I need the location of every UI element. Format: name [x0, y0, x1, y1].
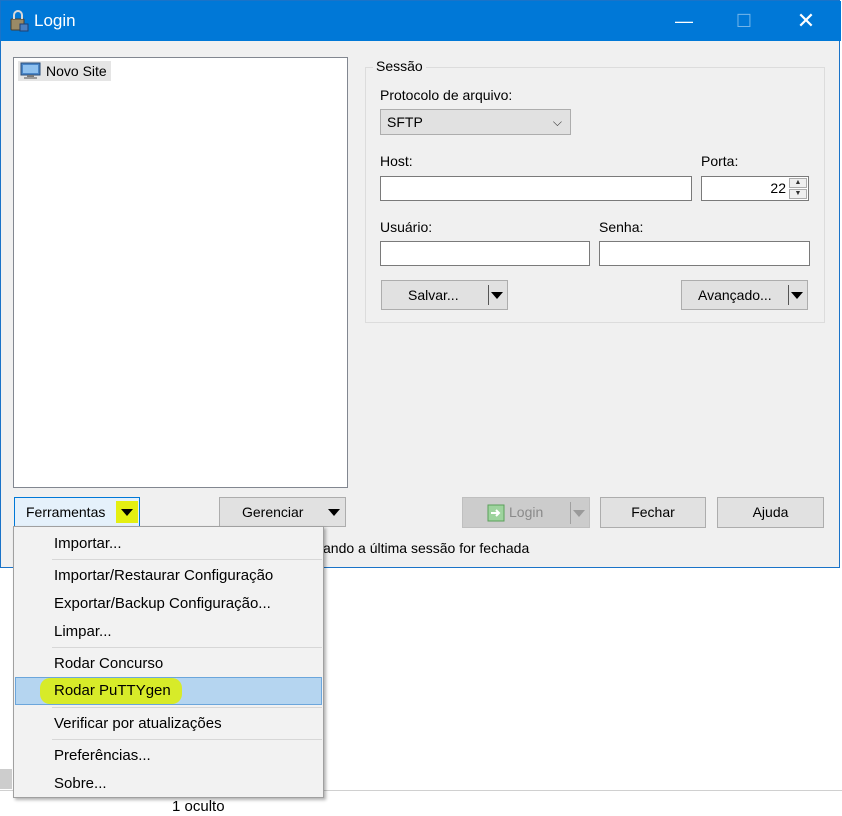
save-button[interactable]: Salvar... [381, 280, 508, 310]
menu-item-limpar[interactable]: Limpar... [15, 618, 322, 646]
port-value: 22 [770, 180, 786, 196]
port-stepper[interactable]: 22 ▲ ▼ [701, 176, 809, 201]
port-label: Porta: [701, 153, 739, 169]
close-window-button[interactable]: ✕ [783, 1, 829, 41]
maximize-button[interactable]: ☐ [721, 1, 767, 41]
site-tree[interactable]: Novo Site [13, 57, 348, 488]
tree-item-label: Novo Site [46, 63, 107, 79]
menu-item-rodar-concurso[interactable]: Rodar Concurso [15, 650, 322, 678]
protocol-select[interactable]: SFTP ⌵ [380, 109, 571, 135]
tools-button[interactable]: Ferramentas [14, 497, 140, 527]
user-input[interactable] [380, 241, 590, 266]
password-input[interactable] [599, 241, 810, 266]
spin-up-icon[interactable]: ▲ [789, 178, 807, 188]
menu-separator [52, 707, 322, 708]
lock-icon [10, 10, 29, 32]
menu-separator [52, 739, 322, 740]
advanced-button[interactable]: Avançado... [681, 280, 808, 310]
split-separator [488, 285, 489, 305]
protocol-label: Protocolo de arquivo: [380, 87, 513, 103]
menu-separator [52, 647, 322, 648]
status-panel [0, 769, 12, 789]
window-title: Login [34, 11, 76, 30]
login-icon [487, 504, 505, 522]
menu-item-importar-restaurar[interactable]: Importar/Restaurar Configuração [15, 562, 322, 590]
advanced-button-label: Avançado... [698, 287, 772, 303]
tree-item-novo-site[interactable]: Novo Site [18, 61, 111, 81]
minimize-button[interactable]: — [661, 1, 707, 41]
port-spin[interactable]: ▲ ▼ [789, 178, 807, 199]
menu-item-rodar-puttygen[interactable]: Rodar PuTTYgen [15, 677, 322, 705]
save-button-label: Salvar... [408, 287, 459, 303]
menu-item-verificar-atualizacoes[interactable]: Verificar por atualizações [15, 710, 322, 738]
login-button[interactable]: Login [462, 497, 590, 528]
dropdown-arrow-icon[interactable] [121, 509, 133, 516]
manage-button-label: Gerenciar [242, 504, 304, 520]
chevron-down-icon: ⌵ [552, 115, 562, 129]
host-input[interactable] [380, 176, 692, 201]
monitor-icon [20, 62, 41, 79]
close-on-last-session-label: ando a última sessão for fechada [323, 540, 530, 556]
title-bar[interactable]: Login — ☐ ✕ [1, 1, 841, 41]
dropdown-arrow-icon[interactable] [491, 292, 503, 299]
protocol-value: SFTP [387, 114, 423, 130]
close-button[interactable]: Fechar [600, 497, 706, 528]
tools-menu[interactable]: Importar... Importar/Restaurar Configura… [13, 526, 324, 798]
menu-item-preferencias[interactable]: Preferências... [15, 742, 322, 770]
password-label: Senha: [599, 219, 644, 235]
login-window: Login — ☐ ✕ Novo Site Sessão Protocolo d… [0, 0, 841, 568]
tools-button-label: Ferramentas [26, 504, 106, 520]
spin-down-icon[interactable]: ▼ [789, 189, 807, 199]
user-label: Usuário: [380, 219, 433, 235]
help-button[interactable]: Ajuda [717, 497, 824, 528]
hidden-count: 1 oculto [172, 798, 225, 815]
dropdown-arrow-icon[interactable] [791, 292, 803, 299]
manage-button[interactable]: Gerenciar [219, 497, 346, 527]
menu-item-sobre[interactable]: Sobre... [15, 770, 322, 798]
split-separator [570, 502, 571, 524]
host-label: Host: [380, 153, 413, 169]
dropdown-arrow-icon[interactable] [328, 509, 340, 516]
login-button-label: Login [509, 504, 544, 520]
dropdown-arrow-icon [573, 510, 585, 517]
menu-item-exportar-backup[interactable]: Exportar/Backup Configuração... [15, 590, 322, 618]
menu-separator [52, 559, 322, 560]
session-legend: Sessão [373, 58, 426, 74]
split-separator [788, 285, 789, 305]
menu-item-importar[interactable]: Importar... [15, 530, 322, 558]
